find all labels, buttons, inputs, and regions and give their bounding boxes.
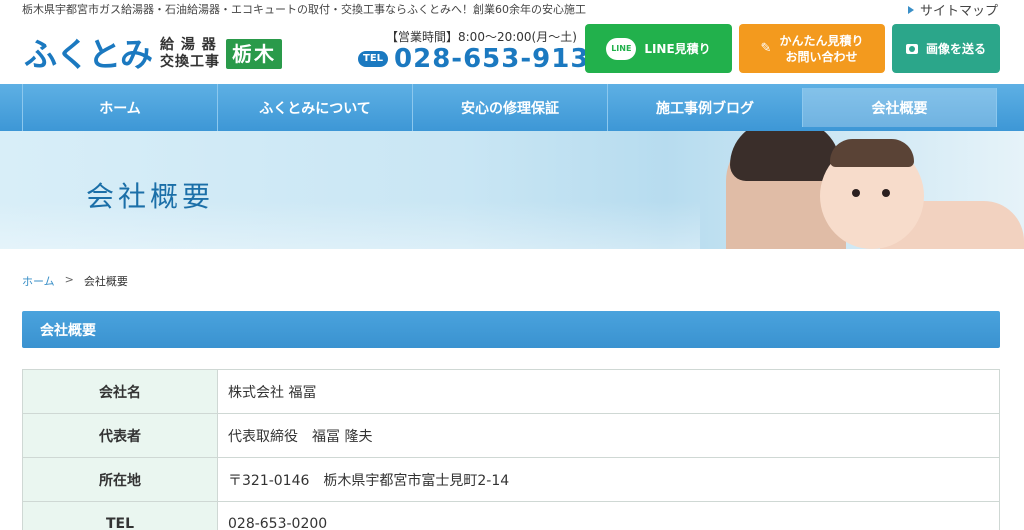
table-row: 所在地 〒321-0146 栃木県宇都宮市富士見町2-14 — [22, 457, 1000, 502]
logo-prefecture-badge: 栃木 — [226, 39, 282, 69]
nav-item-home[interactable]: ホーム — [22, 84, 217, 131]
breadcrumb: ホーム > 会社概要 — [22, 273, 128, 289]
sitemap-label: サイトマップ — [919, 4, 998, 19]
company-info-table: 会社名 株式会社 福冨 代表者 代表取締役 福冨 隆夫 所在地 〒321-014… — [22, 369, 1000, 530]
line-estimate-button[interactable]: LINE LINE見積り — [585, 24, 732, 73]
contact-button[interactable]: ✎ かんたん見積り お問い合わせ — [739, 24, 885, 73]
tel-icon: TEL — [358, 51, 389, 67]
send-photo-button[interactable]: 画像を送る — [892, 24, 1000, 73]
breadcrumb-current: 会社概要 — [83, 275, 128, 288]
sitemap-link[interactable]: サイトマップ — [907, 0, 998, 19]
hero-baby-eye-right — [882, 189, 890, 197]
hero-title: 会社概要 — [86, 180, 215, 213]
table-row: TEL 028-653-0200 — [22, 501, 1000, 530]
table-row: 代表者 代表取締役 福冨 隆夫 — [22, 413, 1000, 458]
row-value: 代表取締役 福冨 隆夫 — [217, 413, 1000, 458]
logo-sub-line2: 交換工事 — [160, 54, 220, 70]
camera-icon — [905, 43, 918, 54]
row-value: 〒321-0146 栃木県宇都宮市富士見町2-14 — [217, 457, 1000, 502]
business-hours: 【営業時間】8:00～20:00(月～土) — [386, 30, 577, 44]
phone-contact[interactable]: TEL 028-653-9133 — [358, 44, 609, 74]
row-value: 028-653-0200 — [217, 501, 1000, 530]
row-label: 所在地 — [22, 457, 218, 502]
nav-item-warranty[interactable]: 安心の修理保証 — [412, 84, 607, 131]
row-label: TEL — [22, 501, 218, 530]
pen-icon: ✎ — [760, 41, 772, 56]
send-photo-label: 画像を送る — [925, 42, 986, 56]
main-nav: ホーム ふくとみについて 安心の修理保証 施工事例ブログ 会社概要 — [0, 84, 1024, 131]
logo-sub-line1: 給 湯 器 — [160, 37, 217, 53]
nav-item-company[interactable]: 会社概要 — [802, 88, 997, 127]
triangle-right-icon — [907, 5, 914, 14]
nav-item-blog[interactable]: 施工事例ブログ — [607, 84, 802, 131]
site-logo[interactable]: ふくとみ 給 湯 器 交換工事 栃木 — [24, 32, 282, 76]
row-value: 株式会社 福冨 — [217, 369, 1000, 414]
row-label: 代表者 — [22, 413, 218, 458]
line-estimate-label: LINE見積り — [644, 42, 711, 56]
contact-label: かんたん見積り お問い合わせ — [779, 33, 863, 65]
section-heading: 会社概要 — [22, 311, 1000, 348]
table-row: 会社名 株式会社 福冨 — [22, 369, 1000, 414]
hero-banner: 会社概要 — [0, 131, 1024, 249]
nav-item-about[interactable]: ふくとみについて — [217, 84, 412, 131]
breadcrumb-separator: > — [64, 273, 74, 286]
contact-label-line1: かんたん見積り — [779, 33, 864, 48]
row-label: 会社名 — [22, 369, 218, 414]
hero-baby-hair — [830, 139, 914, 167]
breadcrumb-home-link[interactable]: ホーム — [22, 273, 55, 289]
logo-main-text: ふくとみ — [24, 34, 153, 74]
line-icon: LINE — [606, 37, 637, 60]
phone-number[interactable]: 028-653-9133 — [394, 44, 609, 74]
top-strip: 栃木県宇都宮市ガス給湯器・石油給湯器・エコキュートの取付・交換工事ならふくとみへ… — [0, 0, 1024, 19]
contact-label-line2: お問い合わせ — [785, 49, 858, 64]
site-tagline: 栃木県宇都宮市ガス給湯器・石油給湯器・エコキュートの取付・交換工事ならふくとみへ… — [22, 3, 586, 16]
logo-sub-text: 給 湯 器 交換工事 — [160, 37, 220, 71]
hero-baby-eye-left — [852, 189, 860, 197]
